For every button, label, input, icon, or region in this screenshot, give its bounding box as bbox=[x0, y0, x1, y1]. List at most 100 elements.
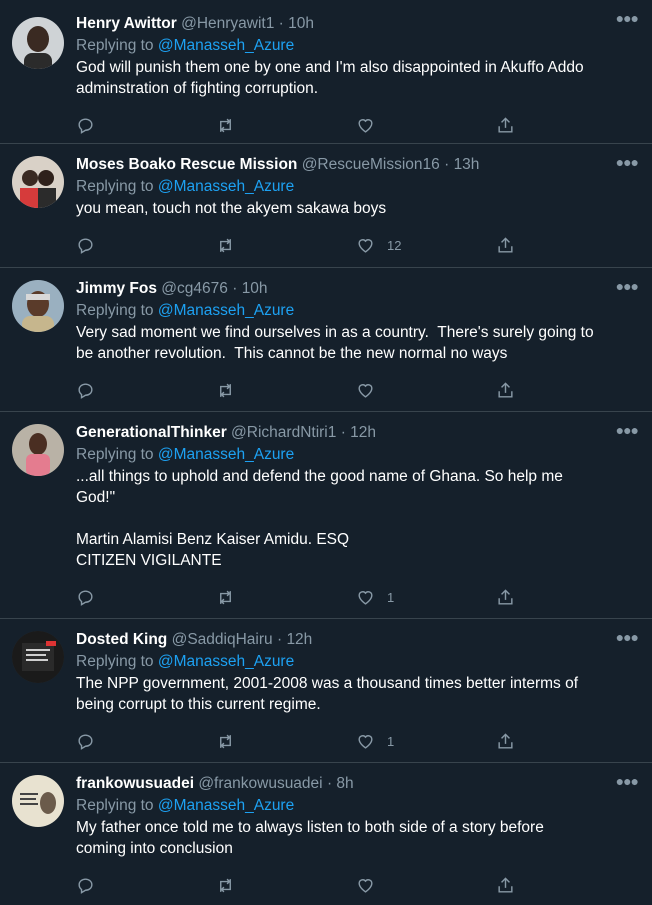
retweet-button[interactable] bbox=[216, 116, 356, 135]
share-button[interactable] bbox=[496, 588, 636, 607]
user-handle[interactable]: @Henryawit1 bbox=[181, 15, 274, 32]
timestamp[interactable]: 8h bbox=[336, 775, 353, 792]
timestamp[interactable]: 13h bbox=[454, 156, 480, 173]
reply-button[interactable] bbox=[76, 876, 216, 895]
retweet-icon bbox=[220, 238, 231, 252]
replying-to-link[interactable]: @Manasseh_Azure bbox=[158, 178, 294, 195]
display-name[interactable]: GenerationalThinker bbox=[76, 424, 227, 441]
avatar[interactable] bbox=[12, 280, 64, 332]
action-bar: 1 bbox=[76, 721, 636, 761]
like-count: 1 bbox=[387, 733, 395, 749]
retweet-icon bbox=[220, 734, 231, 748]
display-name[interactable]: Jimmy Fos bbox=[76, 280, 157, 297]
reply-button[interactable] bbox=[76, 116, 216, 135]
reply-tweet[interactable]: ●●● GenerationalThinker @RichardNtiri1 ·… bbox=[0, 412, 652, 619]
share-button[interactable] bbox=[496, 116, 636, 135]
tweet-text: The NPP government, 2001-2008 was a thou… bbox=[76, 675, 579, 713]
timestamp[interactable]: 12h bbox=[350, 424, 376, 441]
avatar[interactable] bbox=[12, 17, 64, 69]
separator-dot: · bbox=[444, 156, 450, 173]
separator-dot: · bbox=[326, 775, 333, 792]
replying-to: Replying to @Manasseh_Azure bbox=[76, 795, 636, 817]
action-bar bbox=[76, 370, 636, 410]
separator-dot: · bbox=[278, 15, 284, 32]
replying-to-link[interactable]: @Manasseh_Azure bbox=[158, 446, 294, 463]
retweet-button[interactable] bbox=[216, 732, 356, 751]
user-handle[interactable]: @RescueMission16 bbox=[302, 156, 440, 173]
like-button[interactable]: 1 bbox=[356, 732, 496, 751]
like-button[interactable]: 12 bbox=[356, 236, 496, 255]
reply-feed: ●●● Henry Awittor @Henryawit1 · 10h Repl… bbox=[0, 0, 652, 904]
reply-button[interactable] bbox=[76, 236, 216, 255]
avatar[interactable] bbox=[12, 775, 64, 827]
avatar[interactable] bbox=[12, 156, 64, 208]
replying-to-label: Replying to bbox=[76, 302, 154, 319]
tweet-text: ...all things to uphold and defend the g… bbox=[76, 468, 563, 569]
replying-to-link[interactable]: @Manasseh_Azure bbox=[158, 302, 294, 319]
display-name[interactable]: Moses Boako Rescue Mission bbox=[76, 156, 297, 173]
replying-to-link[interactable]: @Manasseh_Azure bbox=[158, 653, 294, 670]
like-button[interactable] bbox=[356, 116, 496, 135]
retweet-button[interactable] bbox=[216, 588, 356, 607]
more-options-icon[interactable]: ●●● bbox=[616, 154, 639, 170]
display-name[interactable]: frankowusuadei bbox=[76, 775, 194, 792]
user-handle[interactable]: @SaddiqHairu bbox=[172, 631, 273, 648]
share-button[interactable] bbox=[496, 876, 636, 895]
share-icon bbox=[498, 876, 513, 893]
heart-icon bbox=[358, 590, 373, 605]
more-options-icon[interactable]: ●●● bbox=[616, 10, 639, 26]
reply-tweet[interactable]: ●●● frankowusuadei @frankowusuadei · 8h … bbox=[0, 763, 652, 904]
retweet-icon bbox=[220, 383, 231, 397]
retweet-icon bbox=[220, 118, 231, 132]
more-options-icon[interactable]: ●●● bbox=[616, 422, 639, 438]
display-name[interactable]: Henry Awittor bbox=[76, 15, 177, 32]
replying-to-link[interactable]: @Manasseh_Azure bbox=[158, 37, 294, 54]
like-count: 1 bbox=[387, 589, 395, 605]
reply-tweet[interactable]: ●●● Dosted King @SaddiqHairu · 12h Reply… bbox=[0, 619, 652, 763]
replying-to-label: Replying to bbox=[76, 653, 154, 670]
heart-icon bbox=[358, 734, 373, 749]
timestamp[interactable]: 10h bbox=[288, 15, 314, 32]
share-button[interactable] bbox=[496, 732, 636, 751]
avatar[interactable] bbox=[12, 631, 64, 683]
user-handle[interactable]: @frankowusuadei bbox=[198, 775, 322, 792]
reply-button[interactable] bbox=[76, 588, 216, 607]
more-options-icon[interactable]: ●●● bbox=[616, 278, 639, 294]
retweet-button[interactable] bbox=[216, 876, 356, 895]
tweet-text: God will punish them one by one and I'm … bbox=[76, 59, 584, 97]
timestamp[interactable]: 12h bbox=[286, 631, 312, 648]
reply-icon bbox=[78, 382, 93, 399]
like-button[interactable] bbox=[356, 381, 496, 400]
reply-button[interactable] bbox=[76, 732, 216, 751]
share-icon bbox=[498, 588, 513, 605]
reply-button[interactable] bbox=[76, 381, 216, 400]
reply-tweet[interactable]: ●●● Henry Awittor @Henryawit1 · 10h Repl… bbox=[0, 0, 652, 144]
retweet-button[interactable] bbox=[216, 236, 356, 255]
heart-icon bbox=[358, 238, 373, 253]
share-icon bbox=[498, 116, 513, 133]
retweet-button[interactable] bbox=[216, 381, 356, 400]
like-button[interactable]: 1 bbox=[356, 588, 496, 607]
avatar[interactable] bbox=[12, 424, 64, 476]
more-options-icon[interactable]: ●●● bbox=[616, 773, 639, 789]
reply-tweet[interactable]: ●●● Jimmy Fos @cg4676 · 10h Replying to … bbox=[0, 268, 652, 412]
user-handle[interactable]: @RichardNtiri1 bbox=[231, 424, 336, 441]
reply-tweet[interactable]: ●●● Moses Boako Rescue Mission @RescueMi… bbox=[0, 144, 652, 268]
replying-to: Replying to @Manasseh_Azure bbox=[76, 651, 636, 673]
user-handle[interactable]: @cg4676 bbox=[161, 280, 228, 297]
reply-icon bbox=[78, 237, 93, 254]
reply-icon bbox=[78, 877, 93, 894]
replying-to-label: Replying to bbox=[76, 446, 154, 463]
reply-icon bbox=[78, 117, 93, 134]
retweet-icon bbox=[220, 878, 231, 892]
replying-to-link[interactable]: @Manasseh_Azure bbox=[158, 797, 294, 814]
like-button[interactable] bbox=[356, 876, 496, 895]
share-button[interactable] bbox=[496, 381, 636, 400]
more-options-icon[interactable]: ●●● bbox=[616, 629, 639, 645]
share-button[interactable] bbox=[496, 236, 636, 255]
timestamp[interactable]: 10h bbox=[242, 280, 268, 297]
replying-to-label: Replying to bbox=[76, 797, 154, 814]
display-name[interactable]: Dosted King bbox=[76, 631, 167, 648]
replying-to: Replying to @Manasseh_Azure bbox=[76, 444, 636, 466]
replying-to: Replying to @Manasseh_Azure bbox=[76, 176, 636, 198]
